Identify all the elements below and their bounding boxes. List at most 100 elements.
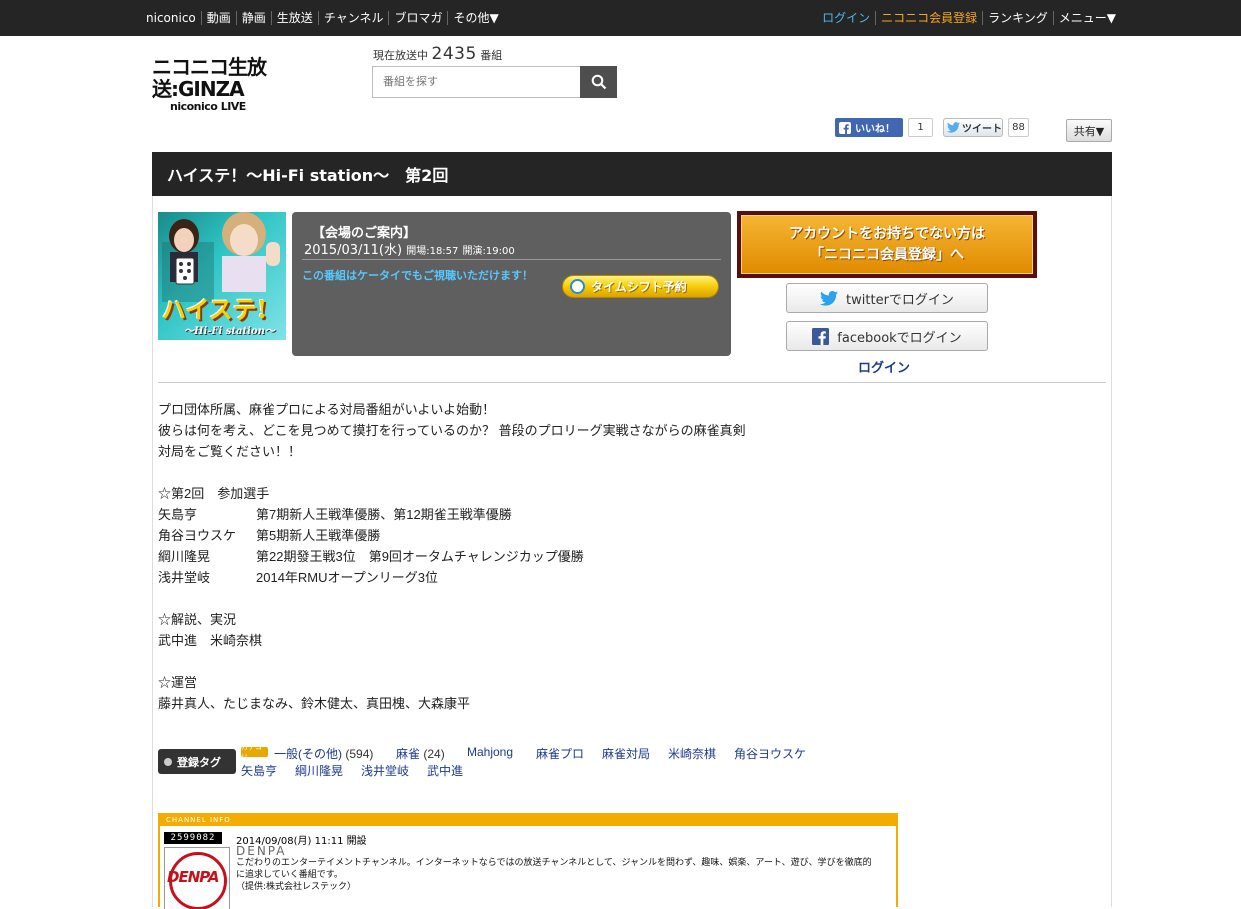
nav-blomaga[interactable]: ブロマガ — [388, 11, 447, 25]
nav-video[interactable]: 動画 — [200, 11, 236, 25]
start-time: 開演:19:00 — [462, 246, 515, 257]
tag-link[interactable]: 米崎奈棋 — [668, 745, 716, 762]
player-name: 浅井堂岐 — [158, 570, 211, 585]
channel-desc-text: こだわりのエンターテイメントチャンネル。インターネットならではの放送チャンネルと… — [236, 858, 872, 880]
search-input[interactable] — [372, 66, 581, 98]
program-description: プロ団体所属、麻雀プロによる対局番組がいよいよ始動！ 彼らは何を考え、どこを見つ… — [158, 399, 746, 714]
facebook-login-label: facebookでログイン — [837, 330, 962, 346]
tag-link[interactable]: 麻雀 (24) — [396, 745, 445, 762]
tag-link[interactable]: 麻雀プロ — [536, 745, 584, 762]
program-title-bar: ハイステ！〜Hi-Fi station〜 第2回 — [152, 152, 1112, 196]
nav-login[interactable]: ログイン — [817, 11, 875, 25]
program-title: ハイステ！〜Hi-Fi station〜 第2回 — [167, 166, 449, 185]
venue-divider — [302, 259, 721, 260]
nav-seiga[interactable]: 静画 — [235, 11, 271, 25]
twitter-bird-icon — [820, 290, 839, 306]
player-row: 角谷ヨウスケ 第5期新人王戦準優勝 — [158, 525, 746, 546]
facebook-like-button[interactable]: いいね！ — [835, 118, 903, 137]
site-nav: niconico 動画 静画 生放送 チャンネル ブロマガ その他▼ — [146, 0, 504, 36]
player-row: 矢島亨 第7期新人王戦準優勝、第12期雀王戦準優勝 — [158, 504, 746, 525]
category-badge: カテゴリ — [241, 743, 268, 761]
player-row: 綱川隆晃 第22期發王戦3位 第9回オータムチャレンジカップ優勝 — [158, 546, 746, 567]
section-divider — [158, 382, 1106, 383]
player-name: 矢島亨 — [158, 507, 198, 522]
player-record: 第7期新人王戦準優勝、第12期雀王戦準優勝 — [256, 507, 512, 522]
tag-link[interactable]: 矢島亨 — [241, 762, 277, 779]
tweet-button[interactable]: ツイート — [943, 118, 1003, 137]
twitter-login-button[interactable]: twitterでログイン — [786, 283, 988, 313]
player-name: 綱川隆晃 — [158, 549, 211, 564]
twitter-login-label: twitterでログイン — [846, 292, 954, 308]
staff-heading: ☆運営 — [158, 675, 198, 690]
search-button[interactable] — [580, 66, 617, 98]
commentary-heading: ☆解説、実況 — [158, 612, 237, 627]
thumbnail-subtitle: 〜Hi-Fi station〜 — [184, 326, 275, 337]
player-record: 2014年RMUオープンリーグ3位 — [256, 570, 438, 585]
facebook-like-label: いいね！ — [855, 124, 895, 135]
onair-counter: 現在放送中 2435 番組 — [373, 44, 502, 64]
clock-icon — [570, 279, 585, 294]
channel-provider: （提供:株式会社レステック） — [236, 882, 357, 892]
channel-logo-text: DENPA — [167, 868, 219, 886]
tag-link[interactable]: 角谷ヨウスケ — [734, 745, 806, 762]
program-thumbnail: ハイステ! 〜Hi-Fi station〜 — [158, 212, 286, 340]
tags-label-text: 登録タグ — [177, 755, 221, 769]
tag-link[interactable]: 浅井堂岐 — [361, 762, 409, 779]
staff-names: 藤井真人、たじまなみ、鈴木健太、真田槐、大森康平 — [158, 696, 471, 711]
channel-counter: 2599082 — [164, 832, 222, 844]
onair-suffix: 番組 — [480, 49, 503, 62]
channel-info-box: CHANNEL INFO 2599082 DENPA 2014/09/08(月)… — [158, 813, 898, 909]
player-record: 第5期新人王戦準優勝 — [256, 528, 381, 543]
login-link[interactable]: ログイン — [858, 357, 910, 376]
nav-niconico[interactable]: niconico — [146, 11, 201, 25]
tag-link[interactable]: 麻雀対局 — [602, 745, 650, 762]
channel-name-link[interactable]: DENPA — [236, 844, 286, 858]
facebook-login-button[interactable]: facebookでログイン — [786, 321, 988, 351]
share-dropdown-button[interactable]: 共有▼ — [1066, 119, 1112, 142]
signup-cta-line2: 「ニコニコ会員登録」へ — [810, 246, 964, 263]
channel-info-header: CHANNEL INFO — [160, 815, 896, 826]
onair-count: 2435 — [431, 44, 477, 64]
facebook-icon — [812, 327, 830, 345]
registered-tags-label: 登録タグ — [158, 749, 236, 774]
players-heading: ☆第2回 参加選手 — [158, 486, 270, 501]
open-time: 開場:18:57 — [406, 246, 459, 257]
signup-cta-button[interactable]: アカウントをお持ちでない方は 「ニコニコ会員登録」へ — [737, 211, 1037, 278]
nav-other[interactable]: その他▼ — [447, 11, 503, 25]
program-datetime: 2015/03/11(水) 開場:18:57 開演:19:00 — [304, 239, 515, 258]
top-nav-bar: niconico 動画 静画 生放送 チャンネル ブロマガ その他▼ ログイン … — [0, 0, 1241, 36]
channel-logo[interactable]: DENPA — [164, 847, 230, 909]
tag-count: (24) — [423, 747, 445, 761]
bullet-icon — [164, 757, 172, 766]
intro-line-3: 対局をご覧ください！！ — [158, 444, 302, 459]
mobile-note: この番組はケータイでもご視聴いただけます！ — [302, 269, 533, 282]
tweet-count: 88 — [1008, 118, 1029, 137]
tag-count: (594) — [345, 747, 374, 761]
player-record: 第22期發王戦3位 第9回オータムチャレンジカップ優勝 — [256, 549, 584, 564]
twitter-bird-icon — [947, 122, 960, 133]
tag-text: 麻雀 — [396, 747, 421, 761]
player-row: 浅井堂岐 2014年RMUオープンリーグ3位 — [158, 567, 746, 588]
nav-menu[interactable]: メニュー▼ — [1052, 11, 1121, 25]
site-logo[interactable]: ニコニコ生放送:GINZA niconico LIVE — [152, 56, 352, 113]
search-icon — [591, 74, 606, 90]
timeshift-reserve-button[interactable]: タイムシフト予約 — [562, 275, 719, 298]
tweet-label: ツイート — [962, 124, 1002, 135]
tag-link[interactable]: 一般(その他) (594) — [274, 745, 373, 762]
logo-sub-text: niconico LIVE — [170, 100, 246, 113]
nav-signup[interactable]: ニコニコ会員登録 — [875, 11, 982, 25]
timeshift-label: タイムシフト予約 — [591, 280, 687, 294]
intro-line-2: 彼らは何を考え、どこを見つめて摸打を行っているのか？ 普段のプロリーグ実戦さなが… — [158, 423, 746, 438]
tag-text: 一般(その他) — [274, 747, 342, 761]
tag-link[interactable]: 武中進 — [427, 762, 463, 779]
thumbnail-title: ハイステ! — [162, 295, 268, 324]
nav-channel[interactable]: チャンネル — [317, 11, 389, 25]
nav-live[interactable]: 生放送 — [270, 11, 318, 25]
tag-link[interactable]: Mahjong — [467, 745, 513, 759]
program-date: 2015/03/11(水) — [304, 243, 403, 258]
intro-line-1: プロ団体所属、麻雀プロによる対局番組がいよいよ始動！ — [158, 402, 496, 417]
logo-main-text: ニコニコ生放送:GINZA — [152, 55, 267, 101]
commentary-names: 武中進 米崎奈棋 — [158, 633, 263, 648]
nav-ranking[interactable]: ランキング — [982, 11, 1053, 25]
tag-link[interactable]: 綱川隆晃 — [295, 762, 343, 779]
